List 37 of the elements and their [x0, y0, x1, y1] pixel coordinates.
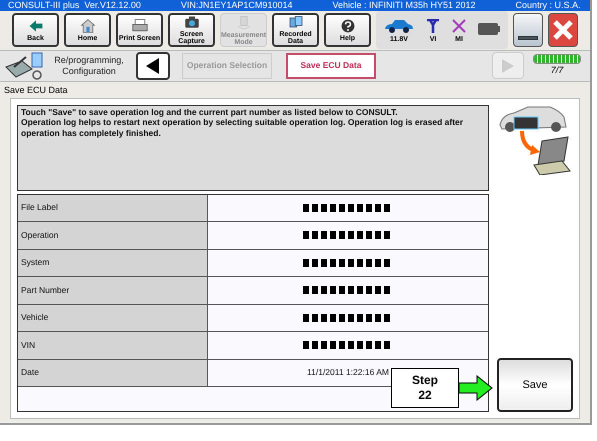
table-cell: Operation: [18, 222, 208, 248]
section-title: Save ECU Data: [3, 84, 69, 96]
breadcrumb-tab[interactable]: Save ECU Data: [286, 52, 376, 78]
antenna-icon: [426, 18, 440, 33]
title-text: Vehicle : INFINITI M35h HY51 2012: [332, 0, 476, 10]
meter-icon: [236, 14, 252, 31]
table-cell: VIN: [18, 332, 208, 358]
progress-label: 7/7: [550, 64, 564, 77]
table-cell: 11/1/2011 1:22:16 AM: [307, 366, 389, 380]
mode-label: Re/programming, Configuration: [53, 54, 125, 76]
help-icon: [340, 18, 356, 34]
back-arrow-button[interactable]: [136, 52, 170, 80]
car-icon: [384, 18, 414, 33]
close-icon: [552, 19, 574, 42]
save-button[interactable]: Save: [497, 358, 573, 412]
right-arrow-icon: [459, 375, 493, 401]
instruction-text: Touch "Save" to save operation log and the current part number as listed below to CONSULT. Operation log helps to restart next operation by selecting suitable operation log. Operation log is erased after operation has completely finished.: [17, 104, 489, 190]
right-triangle-icon: [502, 58, 514, 72]
step-callout: Step 22: [391, 368, 459, 408]
files-icon: [288, 15, 304, 30]
minimize-button[interactable]: [513, 13, 543, 48]
title-text: CONSULT-III plus Ver.V12.12.00: [8, 0, 141, 10]
title-text: VIN:JN1EY1AP1CM910014: [180, 0, 292, 10]
cross-icon: [452, 18, 466, 33]
table-cell: File Label: [18, 194, 208, 221]
table-cell: Vehicle: [18, 304, 208, 331]
left-triangle-icon: [146, 58, 160, 74]
minimize-icon: [518, 36, 538, 40]
battery-icon: [478, 23, 500, 36]
left-arrow-icon: [28, 18, 44, 34]
camera-icon: [184, 15, 200, 30]
title-text: Country : U.S.A.: [516, 0, 581, 10]
table-cell: Part Number: [18, 277, 208, 304]
table-cell: Date: [18, 360, 208, 386]
close-button[interactable]: [548, 13, 578, 48]
table-cell: System: [18, 250, 208, 276]
house-icon: [80, 18, 96, 34]
